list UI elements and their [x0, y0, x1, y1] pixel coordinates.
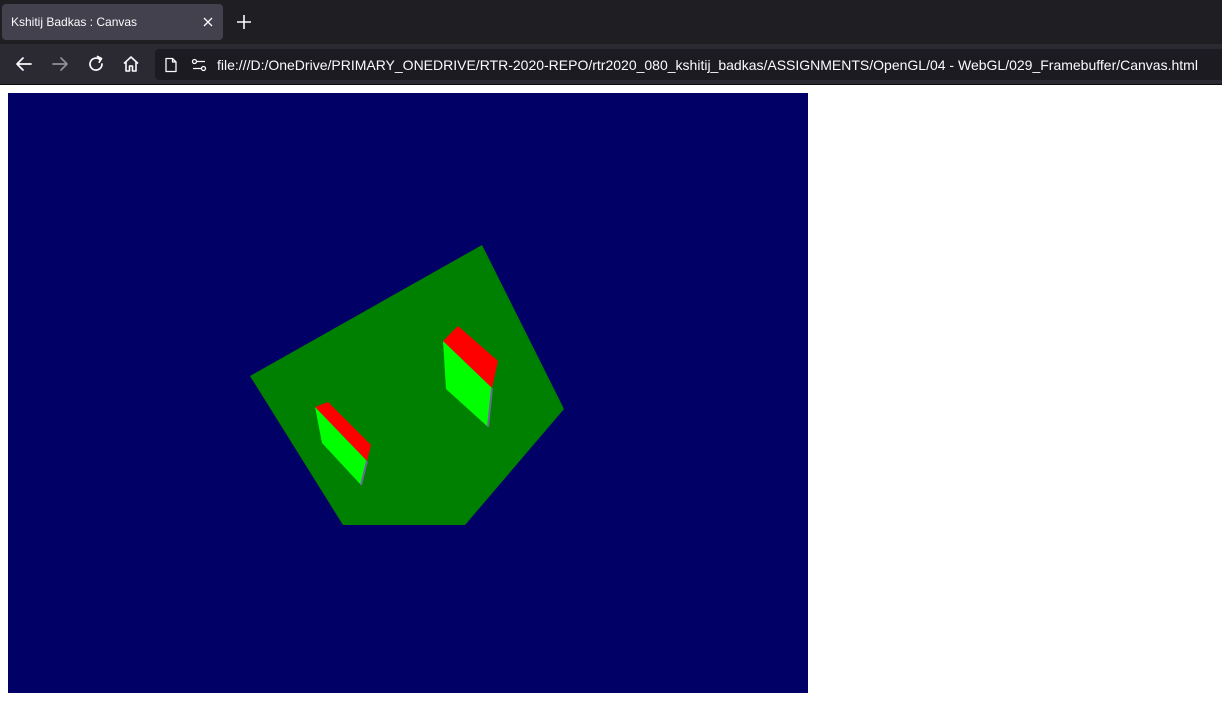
close-icon[interactable] [198, 12, 218, 32]
address-bar[interactable]: file:///D:/OneDrive/PRIMARY_ONEDRIVE/RTR… [155, 49, 1222, 80]
url-text[interactable]: file:///D:/OneDrive/PRIMARY_ONEDRIVE/RTR… [217, 57, 1198, 73]
tab-title: Kshitij Badkas : Canvas [11, 15, 138, 29]
navigation-toolbar: file:///D:/OneDrive/PRIMARY_ONEDRIVE/RTR… [0, 44, 1222, 85]
tab-strip: Kshitij Badkas : Canvas [0, 0, 1222, 44]
reload-icon[interactable] [86, 54, 106, 74]
arrow-right-icon[interactable] [50, 54, 70, 74]
permissions-icon[interactable] [191, 57, 207, 73]
home-icon[interactable] [121, 54, 141, 74]
page-icon[interactable] [163, 57, 179, 73]
webgl-canvas[interactable] [8, 93, 808, 693]
plus-icon[interactable] [234, 12, 254, 32]
arrow-left-icon[interactable] [14, 54, 34, 74]
tab-canvas[interactable]: Kshitij Badkas : Canvas [2, 4, 223, 40]
